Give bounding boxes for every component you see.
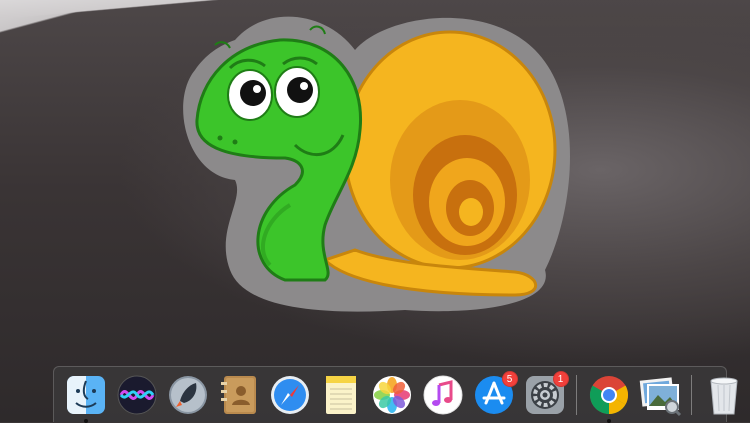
dock-item-system-preferences[interactable]: 1 [523,370,569,417]
dock: 5 1 [53,366,738,423]
notification-badge: 5 [501,370,518,387]
rocket-icon [168,375,207,414]
snail-shell [343,30,557,270]
dock-item-itunes[interactable] [421,373,465,417]
dock-item-contacts[interactable] [217,373,261,417]
dock-item-launchpad[interactable] [166,373,210,417]
siri-icon [117,375,156,414]
dock-item-finder[interactable] [64,373,108,423]
preview-photos-icon [639,376,681,416]
dock-item-chrome[interactable] [587,373,631,423]
photos-flower-icon [372,375,411,414]
finder-icon [66,375,105,414]
dock-item-trash[interactable] [702,373,746,417]
dock-item-siri[interactable] [115,373,159,417]
trash-icon [709,377,738,414]
dock-item-safari[interactable] [268,373,312,417]
dock-separator [691,374,692,415]
dock-item-preview[interactable] [638,373,682,417]
dock-item-app-store[interactable]: 5 [472,370,518,417]
notification-badge: 1 [552,370,569,387]
compass-icon [270,375,309,414]
dock-item-notes[interactable] [319,373,363,417]
dock-item-photos[interactable] [370,373,414,417]
notepad-icon [325,375,356,414]
snail-sticker-image [183,16,570,312]
music-note-icon [423,375,462,414]
contacts-book-icon [220,375,256,414]
dock-separator [576,374,577,415]
chrome-icon [589,375,628,414]
